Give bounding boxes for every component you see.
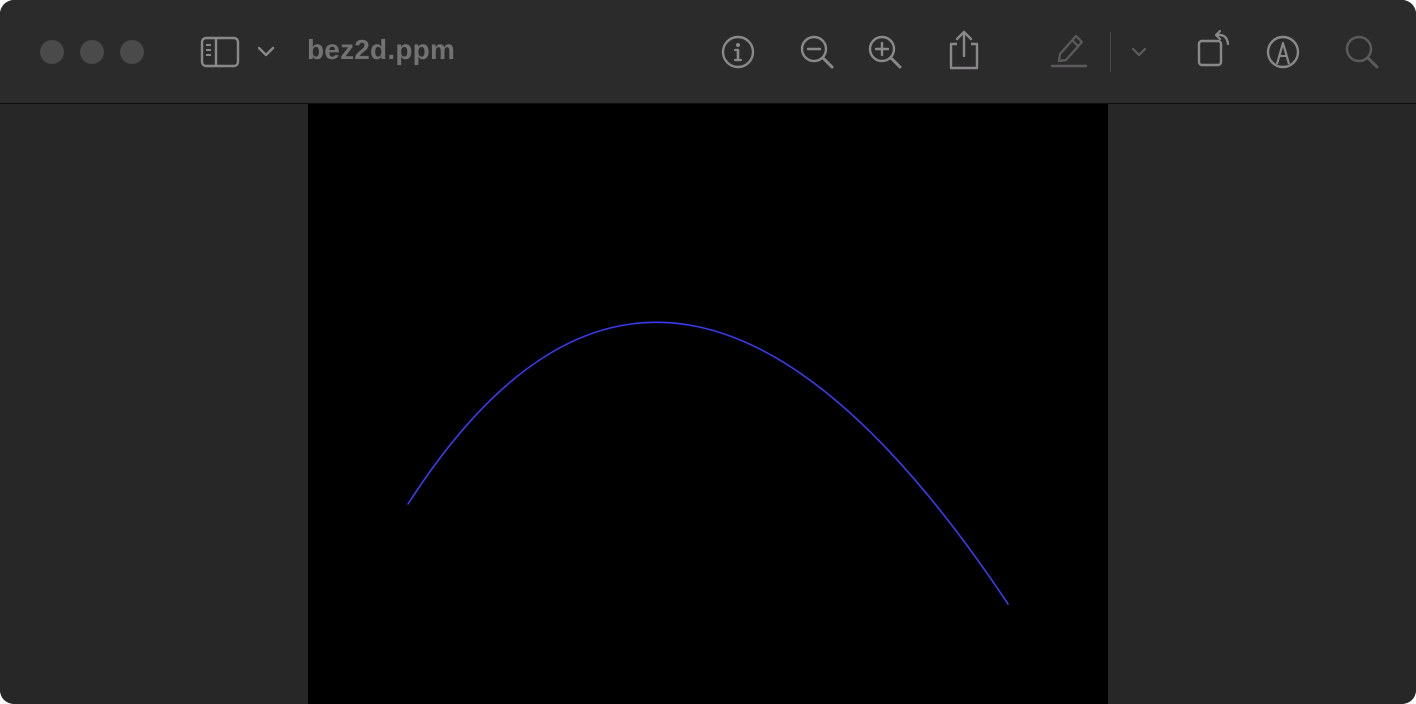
zoom-in-icon[interactable]: [866, 33, 904, 71]
close-window-button[interactable]: [40, 40, 64, 64]
share-icon[interactable]: [946, 28, 982, 72]
image-canvas: [308, 104, 1108, 704]
toolbar-divider: [1110, 32, 1111, 72]
minimize-window-button[interactable]: [80, 40, 104, 64]
image-viewer-area: [0, 104, 1416, 704]
preview-window: bez2d.ppm: [0, 0, 1416, 704]
zoom-out-icon[interactable]: [798, 33, 836, 71]
rotate-icon[interactable]: [1195, 29, 1235, 69]
bezier-curve: [407, 321, 1009, 605]
zoom-window-button[interactable]: [120, 40, 144, 64]
sidebar-icon[interactable]: [200, 36, 242, 68]
title-bar: bez2d.ppm: [0, 0, 1416, 104]
sidebar-menu-chevron-down-icon[interactable]: [256, 44, 276, 60]
window-title: bez2d.ppm: [307, 34, 456, 65]
bezier-curve-image: [407, 321, 1009, 605]
info-icon[interactable]: [720, 34, 756, 70]
search-icon[interactable]: [1343, 33, 1381, 71]
markup-icon[interactable]: [1265, 34, 1301, 70]
markup-menu-chevron-down-icon[interactable]: [1129, 44, 1149, 60]
highlight-pen-icon[interactable]: [1050, 30, 1088, 70]
